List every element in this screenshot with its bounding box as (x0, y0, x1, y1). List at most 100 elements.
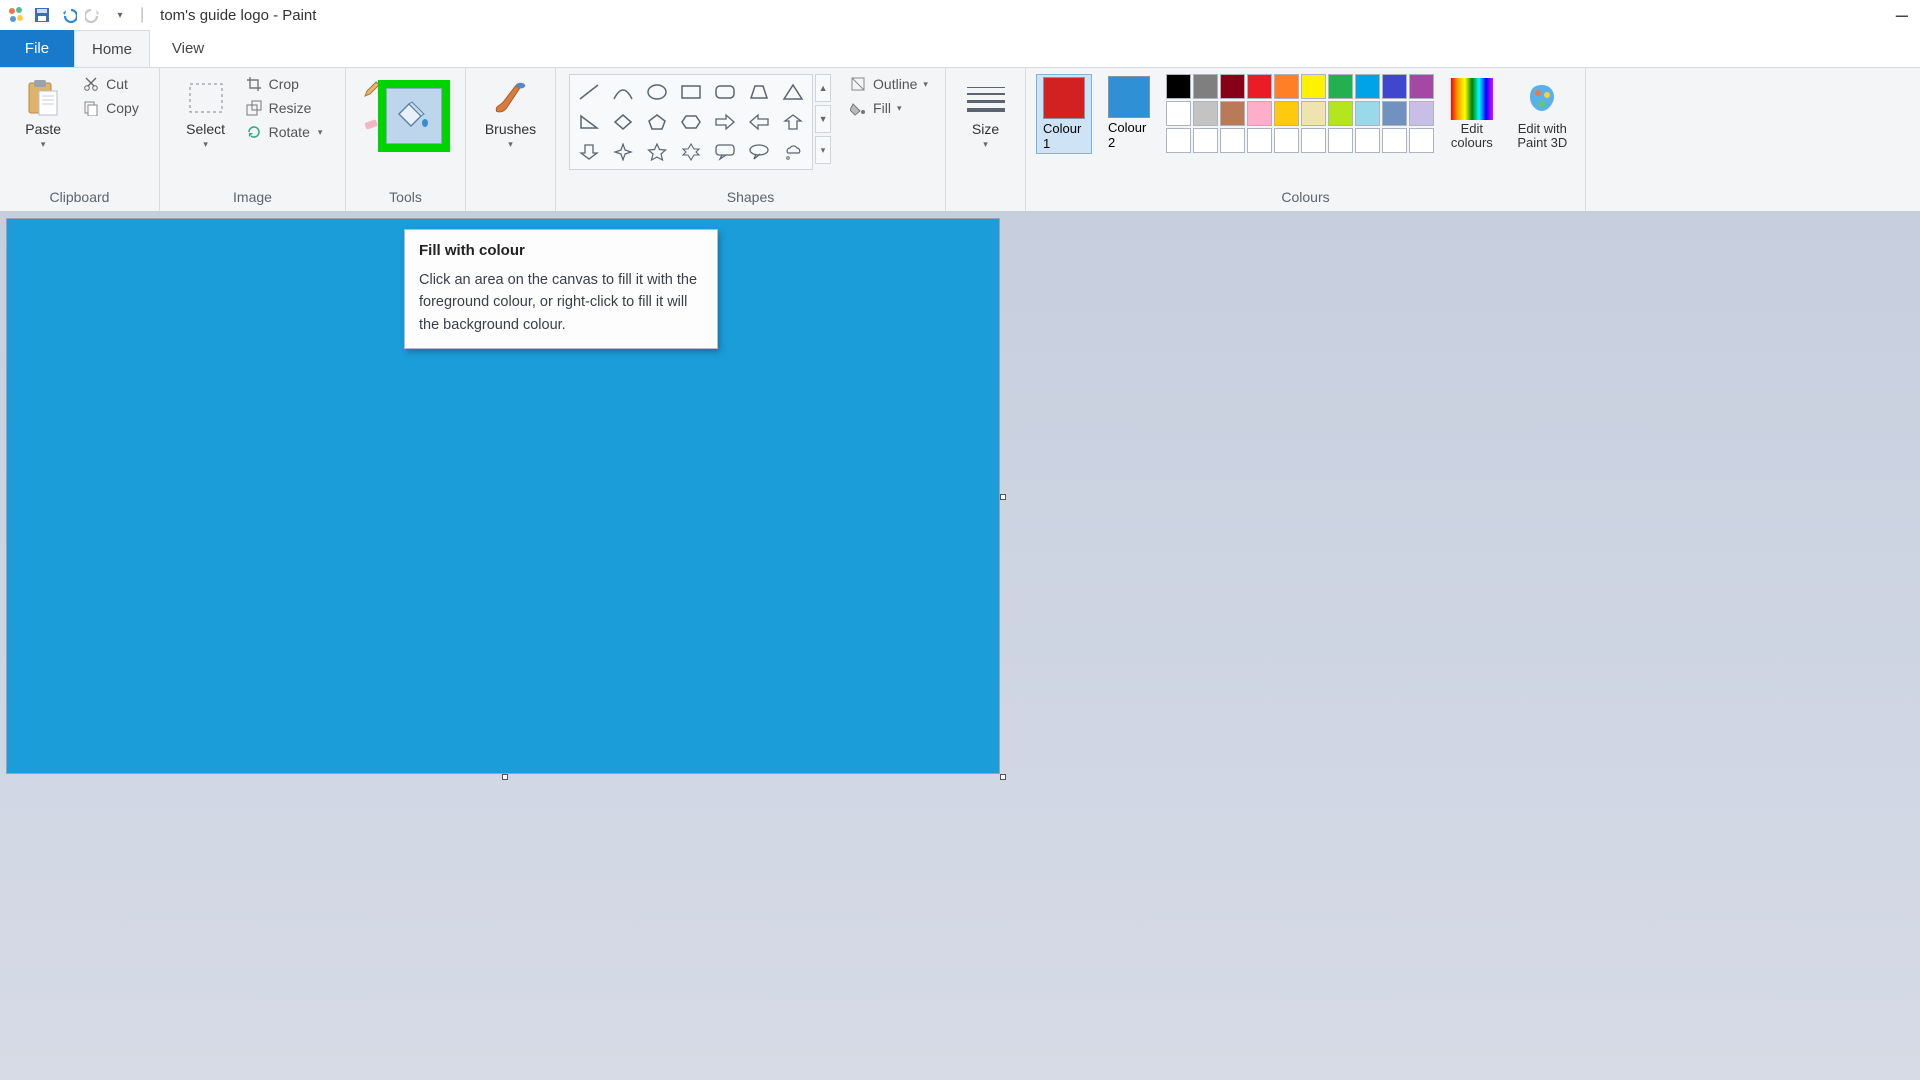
window-title: tom's guide logo - Paint (160, 7, 316, 24)
shape-diamond[interactable] (607, 108, 639, 136)
magnifier-tool[interactable] (425, 108, 455, 138)
scissors-icon (82, 75, 100, 93)
paste-button[interactable]: Paste ▾ (16, 74, 70, 154)
colour-swatch[interactable] (1247, 101, 1272, 126)
rotate-icon (245, 123, 263, 141)
view-tab[interactable]: View (150, 30, 226, 67)
brushes-button[interactable]: Brushes ▾ (479, 74, 542, 154)
shapes-gallery[interactable] (569, 74, 813, 170)
resize-handle-corner[interactable] (1000, 774, 1006, 780)
shape-star6[interactable] (675, 138, 707, 166)
shape-rect[interactable] (675, 78, 707, 106)
colour1-button[interactable]: Colour 1 (1036, 74, 1092, 154)
shape-right-triangle[interactable] (573, 108, 605, 136)
colour-swatch[interactable] (1247, 74, 1272, 99)
outline-button[interactable]: Outline ▾ (845, 74, 932, 94)
tools-grid: A (357, 74, 455, 138)
colour-swatch-empty[interactable] (1247, 128, 1272, 153)
select-button[interactable]: Select ▾ (179, 74, 233, 154)
resize-button[interactable]: Resize (241, 98, 327, 118)
save-icon[interactable] (32, 5, 52, 25)
colour-swatch[interactable] (1328, 101, 1353, 126)
colour-swatch[interactable] (1409, 101, 1434, 126)
shape-triangle[interactable] (777, 78, 809, 106)
colour-swatch-empty[interactable] (1355, 128, 1380, 153)
shapes-scroll-down[interactable]: ▼ (815, 105, 831, 133)
paste-icon (22, 78, 64, 120)
pencil-tool[interactable] (357, 74, 387, 104)
colour-swatch[interactable] (1301, 101, 1326, 126)
colour-swatch[interactable] (1274, 74, 1299, 99)
shape-arrow-left[interactable] (743, 108, 775, 136)
picker-tool[interactable] (391, 108, 421, 138)
resize-handle-bottom[interactable] (502, 774, 508, 780)
shape-line[interactable] (573, 78, 605, 106)
minimize-icon[interactable]: – (1896, 2, 1908, 28)
shape-pentagon[interactable] (641, 108, 673, 136)
shape-curve[interactable] (607, 78, 639, 106)
text-tool[interactable]: A (425, 74, 455, 104)
colour-swatch[interactable] (1166, 101, 1191, 126)
copy-button[interactable]: Copy (78, 98, 143, 118)
colour-swatch[interactable] (1355, 74, 1380, 99)
brushes-label: Brushes (485, 122, 536, 137)
resize-label: Resize (269, 100, 312, 116)
colour-swatch[interactable] (1301, 74, 1326, 99)
colour-swatch[interactable] (1355, 101, 1380, 126)
shape-arrow-up[interactable] (777, 108, 809, 136)
shapes-expand[interactable]: ▾ (815, 136, 831, 164)
group-clipboard-label: Clipboard (10, 185, 149, 211)
fill-tool[interactable] (391, 74, 421, 104)
size-button[interactable]: Size ▾ (959, 74, 1013, 154)
eraser-tool[interactable] (357, 108, 387, 138)
colour-swatch[interactable] (1166, 74, 1191, 99)
shape-star5[interactable] (641, 138, 673, 166)
shape-arrow-right[interactable] (709, 108, 741, 136)
colour-swatch-empty[interactable] (1301, 128, 1326, 153)
qat-dropdown-icon[interactable]: ▾ (110, 5, 130, 25)
edit-colours-button[interactable]: Edit colours (1444, 74, 1500, 155)
fill-button[interactable]: Fill ▾ (845, 98, 932, 118)
shape-hexagon[interactable] (675, 108, 707, 136)
group-size: Size ▾ . (946, 68, 1026, 211)
paint3d-button[interactable]: Edit with Paint 3D (1510, 74, 1575, 155)
rotate-button[interactable]: Rotate ▾ (241, 122, 327, 142)
home-tab[interactable]: Home (74, 30, 150, 67)
colour-swatch-empty[interactable] (1220, 128, 1245, 153)
tooltip-title: Fill with colour (419, 242, 703, 259)
workspace (0, 212, 1920, 1080)
colour-swatch[interactable] (1220, 101, 1245, 126)
shape-callout-oval[interactable] (743, 138, 775, 166)
colour-swatch[interactable] (1274, 101, 1299, 126)
colour-swatch-empty[interactable] (1328, 128, 1353, 153)
colour-swatch[interactable] (1220, 74, 1245, 99)
shape-star4[interactable] (607, 138, 639, 166)
colour-swatch-empty[interactable] (1193, 128, 1218, 153)
colour-swatch[interactable] (1328, 74, 1353, 99)
undo-icon[interactable] (58, 5, 78, 25)
shape-callout-cloud[interactable] (777, 138, 809, 166)
shapes-scroll-up[interactable]: ▲ (815, 74, 831, 102)
shape-arrow-down[interactable] (573, 138, 605, 166)
colour-swatch-empty[interactable] (1382, 128, 1407, 153)
colour-swatch[interactable] (1193, 101, 1218, 126)
group-tools-label: Tools (356, 185, 455, 211)
colour-swatch[interactable] (1382, 101, 1407, 126)
shape-oval[interactable] (641, 78, 673, 106)
colour-swatch-empty[interactable] (1166, 128, 1191, 153)
shape-roundrect[interactable] (709, 78, 741, 106)
colour-swatch[interactable] (1193, 74, 1218, 99)
crop-button[interactable]: Crop (241, 74, 327, 94)
colour-swatch-empty[interactable] (1274, 128, 1299, 153)
colour-swatch[interactable] (1382, 74, 1407, 99)
shape-callout-rect[interactable] (709, 138, 741, 166)
caret-icon: ▾ (508, 139, 513, 150)
file-tab[interactable]: File (0, 30, 74, 67)
shape-polygon[interactable] (743, 78, 775, 106)
colour-swatch[interactable] (1409, 74, 1434, 99)
redo-icon[interactable] (84, 5, 104, 25)
colour-swatch-empty[interactable] (1409, 128, 1434, 153)
resize-handle-right[interactable] (1000, 494, 1006, 500)
cut-button[interactable]: Cut (78, 74, 143, 94)
colour2-button[interactable]: Colour 2 (1102, 74, 1156, 152)
